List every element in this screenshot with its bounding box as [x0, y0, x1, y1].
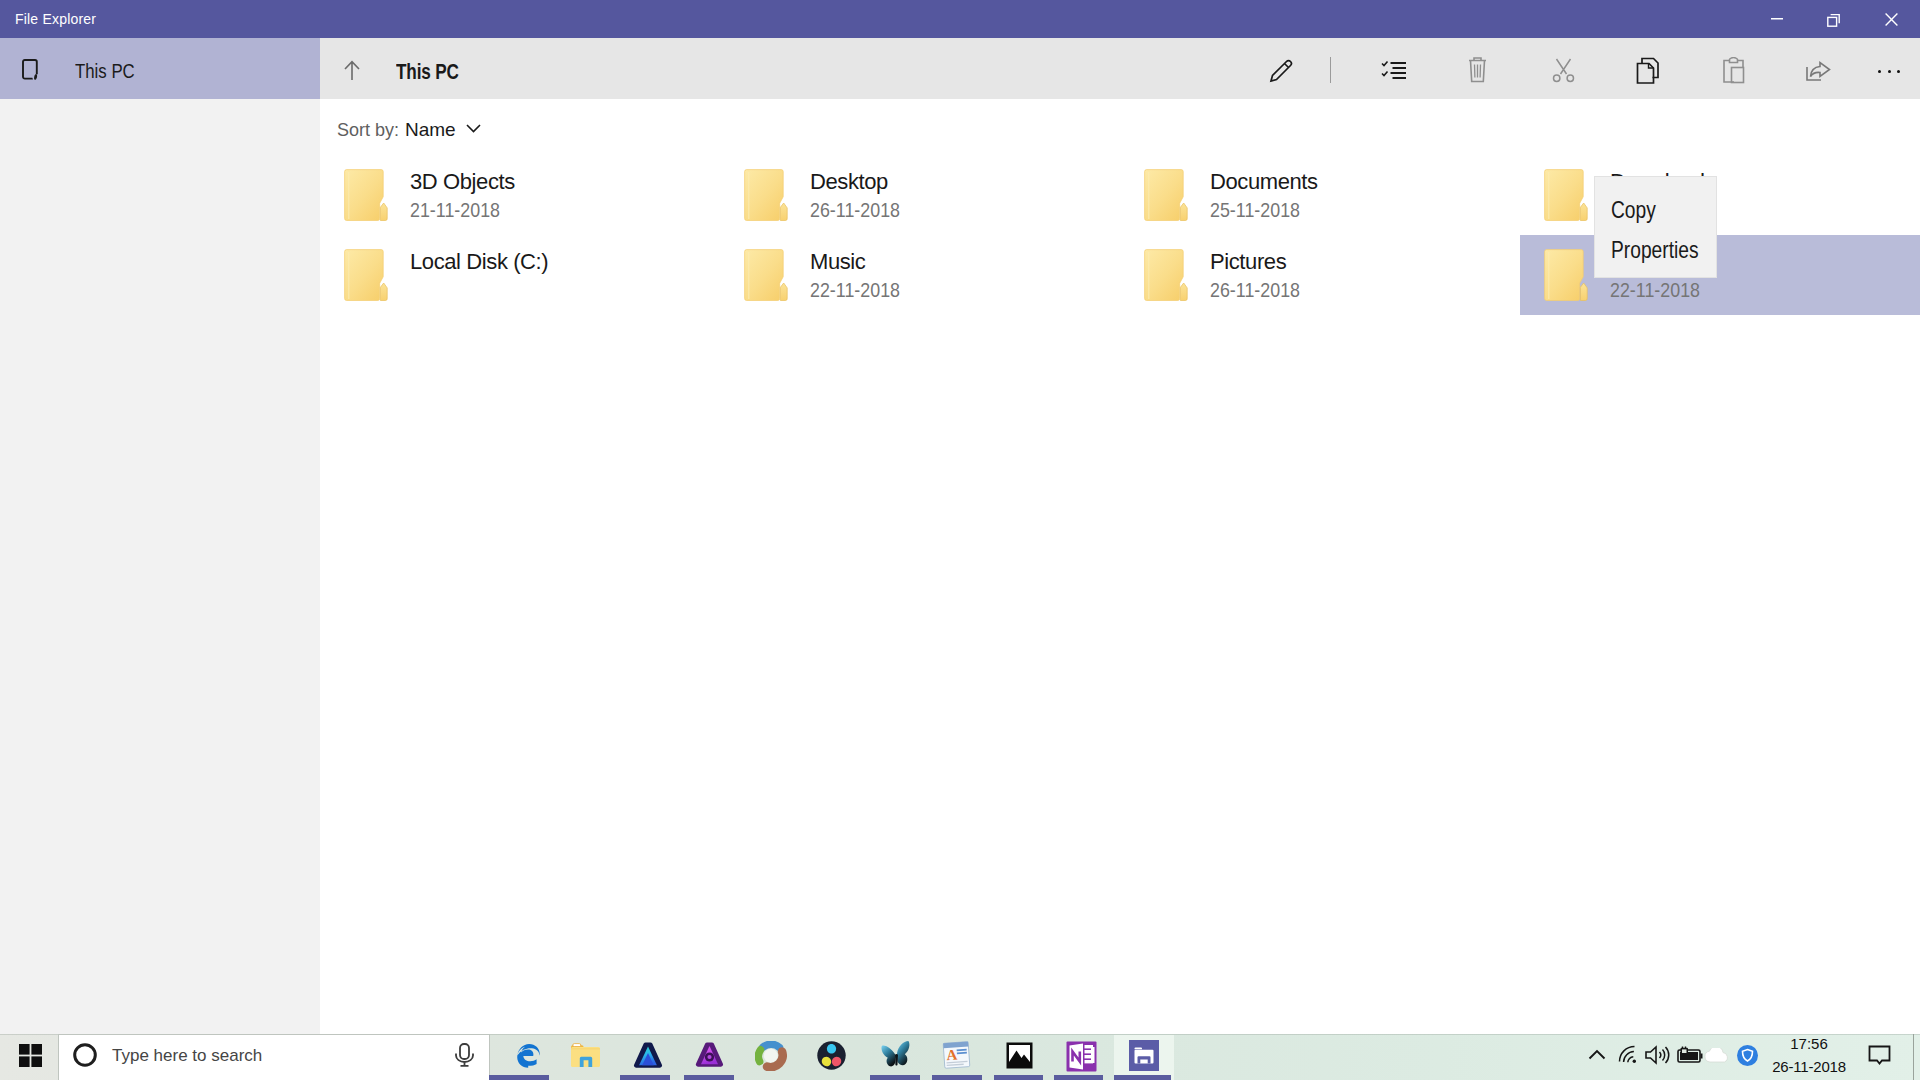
svg-text:A: A — [946, 1046, 958, 1063]
